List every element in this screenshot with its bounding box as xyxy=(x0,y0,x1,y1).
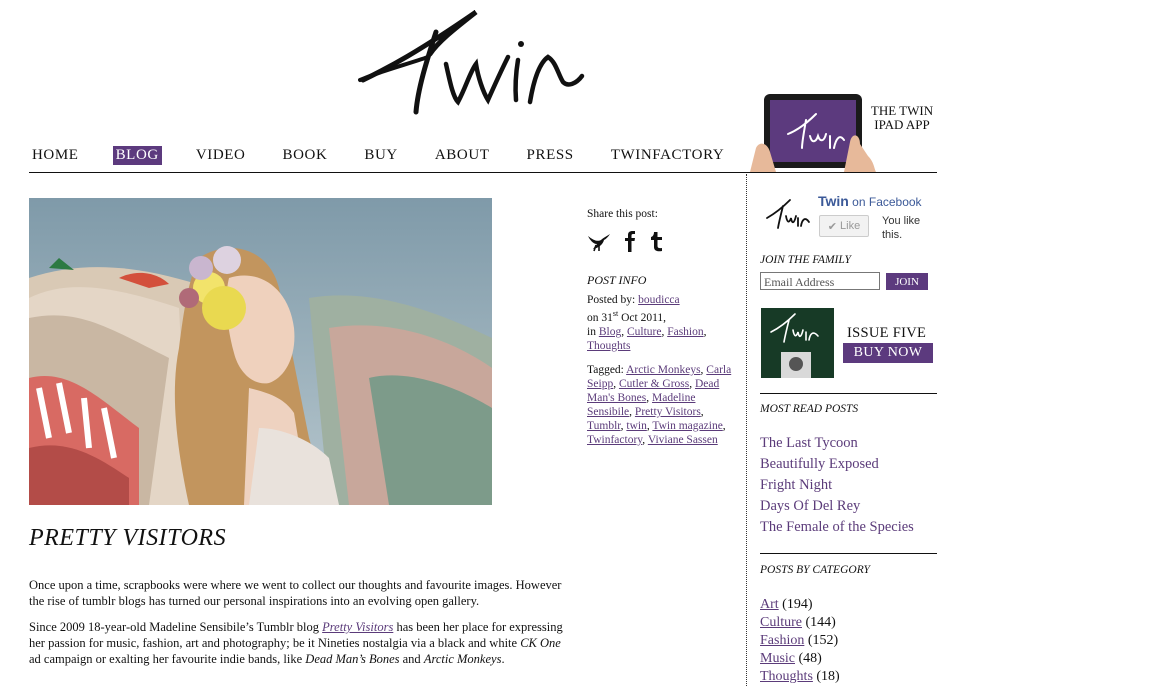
fb-page-name[interactable]: Twin on Facebook xyxy=(818,193,922,209)
p2-em-ckone: CK One xyxy=(520,636,561,650)
category-item: Thoughts (18) xyxy=(760,668,840,686)
tag-link[interactable]: Arctic Monkeys xyxy=(626,364,700,376)
sidebar-top-divider xyxy=(748,172,937,173)
category-list: Art (194) Culture (144) Fashion (152) Mu… xyxy=(760,596,840,686)
p2-text-c: ad campaign or exalting her favourite in… xyxy=(29,652,306,666)
category-link-art[interactable]: Art xyxy=(760,597,779,612)
posted-by: Posted by: boudicca xyxy=(587,293,742,307)
fb-name-suffix: on Facebook xyxy=(848,195,922,209)
category-item: Fashion (152) xyxy=(760,632,840,650)
tag-link[interactable]: Cutler & Gross xyxy=(619,378,689,390)
twin-logo[interactable] xyxy=(358,2,588,120)
fb-you-like: You like this. xyxy=(882,215,921,241)
most-read-heading: MOST READ POSTS xyxy=(760,403,859,415)
twitter-bird-icon[interactable] xyxy=(587,230,611,252)
fb-name-bold: Twin xyxy=(818,193,849,209)
email-input[interactable]: Email Address xyxy=(760,272,880,290)
tag-link[interactable]: Twin magazine xyxy=(652,420,722,432)
tagged-label: Tagged: xyxy=(587,363,627,376)
most-read-item[interactable]: The Female of the Species xyxy=(760,517,914,538)
post-info-heading: POST INFO xyxy=(587,273,647,287)
category-link-thoughts[interactable]: Thoughts xyxy=(587,340,630,352)
tag-link[interactable]: Twinfactory xyxy=(587,434,642,446)
post-categories: in Blog, Culture, Fashion, Thoughts xyxy=(587,325,707,352)
sidebar-divider xyxy=(760,393,937,394)
column-divider xyxy=(746,174,747,686)
most-read-item[interactable]: Beautifully Exposed xyxy=(760,454,914,475)
most-read-list: The Last Tycoon Beautifully Exposed Frig… xyxy=(760,433,914,538)
category-link-fashion[interactable]: Fashion xyxy=(667,326,703,338)
post-title: PRETTY VISITORS xyxy=(29,525,227,551)
share-label: Share this post: xyxy=(587,208,658,220)
post-tags: Tagged: Arctic Monkeys, Carla Seipp, Cut… xyxy=(587,363,732,446)
date-suffix: Oct 2011, xyxy=(618,311,667,324)
issue-label: ISSUE FIVE xyxy=(847,325,927,341)
nav-about[interactable]: ABOUT xyxy=(432,146,493,165)
date-prefix: on 31 xyxy=(587,311,613,324)
fb-like-label: Like xyxy=(840,220,861,232)
main-nav: HOME BLOG VIDEO BOOK BUY ABOUT PRESS TWI… xyxy=(29,146,758,165)
check-icon: ✔ xyxy=(827,220,838,233)
most-read-item[interactable]: Fright Night xyxy=(760,475,914,496)
nav-book[interactable]: BOOK xyxy=(279,146,330,165)
category-count: (144) xyxy=(805,615,836,630)
pretty-visitors-link[interactable]: Pretty Visitors xyxy=(322,620,393,634)
category-count: (152) xyxy=(807,633,839,648)
p2-text-e: . xyxy=(501,652,505,666)
issue-five-cover[interactable] xyxy=(761,308,834,378)
tag-link[interactable]: Pretty Visitors xyxy=(635,406,701,418)
nav-divider xyxy=(29,172,749,173)
share-icons xyxy=(587,230,665,252)
category-count: (48) xyxy=(798,651,822,666)
nav-twinfactory[interactable]: TWINFACTORY xyxy=(608,146,728,165)
most-read-item[interactable]: The Last Tycoon xyxy=(760,433,914,454)
category-count: (194) xyxy=(782,597,813,612)
post-date: on 31st Oct 2011, xyxy=(587,307,742,325)
category-link-thoughts[interactable]: Thoughts xyxy=(760,669,813,684)
ipad-label-line2: IPAD APP xyxy=(874,117,930,132)
posted-by-label: Posted by: xyxy=(587,294,639,306)
p2-em-deadmans: Dead Man’s Bones xyxy=(305,652,400,666)
post-hero-image xyxy=(29,198,492,505)
facebook-icon[interactable] xyxy=(623,230,637,252)
ipad-app-label[interactable]: THE TWIN IPAD APP xyxy=(868,104,936,132)
post-info: POST INFO Posted by: boudicca on 31st Oc… xyxy=(587,273,742,447)
post-paragraph-2: Since 2009 18-year-old Madeline Sensibil… xyxy=(29,619,569,667)
join-heading: JOIN THE FAMILY xyxy=(760,254,851,266)
category-link-fashion[interactable]: Fashion xyxy=(760,633,804,648)
p2-text-d: and xyxy=(399,652,424,666)
sidebar-divider xyxy=(760,553,937,554)
nav-press[interactable]: PRESS xyxy=(524,146,577,165)
ipad-label-line1: THE TWIN xyxy=(870,103,934,118)
join-button[interactable]: JOIN xyxy=(886,273,928,290)
fb-like-button[interactable]: ✔ Like xyxy=(819,215,869,237)
p2-em-arctic: Arctic Monkeys xyxy=(423,652,502,666)
category-link-culture[interactable]: Culture xyxy=(760,615,802,630)
nav-video[interactable]: VIDEO xyxy=(193,146,249,165)
tag-link[interactable]: Viviane Sassen xyxy=(648,434,718,446)
nav-buy[interactable]: BUY xyxy=(361,146,400,165)
tag-link[interactable]: twin xyxy=(626,420,646,432)
twin-fb-avatar[interactable] xyxy=(764,196,812,230)
buy-now-button[interactable]: BUY NOW xyxy=(843,343,933,363)
nav-home[interactable]: HOME xyxy=(29,146,82,165)
category-item: Music (48) xyxy=(760,650,840,668)
tumblr-icon[interactable] xyxy=(649,230,665,252)
category-item: Art (194) xyxy=(760,596,840,614)
category-link-culture[interactable]: Culture xyxy=(627,326,662,338)
author-link[interactable]: boudicca xyxy=(638,294,680,306)
category-item: Culture (144) xyxy=(760,614,840,632)
category-link-blog[interactable]: Blog xyxy=(599,326,621,338)
most-read-item[interactable]: Days Of Del Rey xyxy=(760,496,914,517)
ipad-app-image[interactable] xyxy=(750,92,880,172)
post-paragraph-1: Once upon a time, scrapbooks were where … xyxy=(29,578,562,608)
p2-text-a: Since 2009 18-year-old Madeline Sensibil… xyxy=(29,620,323,634)
tag-link[interactable]: Tumblr xyxy=(587,420,621,432)
categories-heading: POSTS BY CATEGORY xyxy=(760,564,870,576)
nav-blog[interactable]: BLOG xyxy=(112,146,162,165)
in-label: in xyxy=(587,325,599,338)
category-count: (18) xyxy=(816,669,840,684)
category-link-music[interactable]: Music xyxy=(760,651,795,666)
